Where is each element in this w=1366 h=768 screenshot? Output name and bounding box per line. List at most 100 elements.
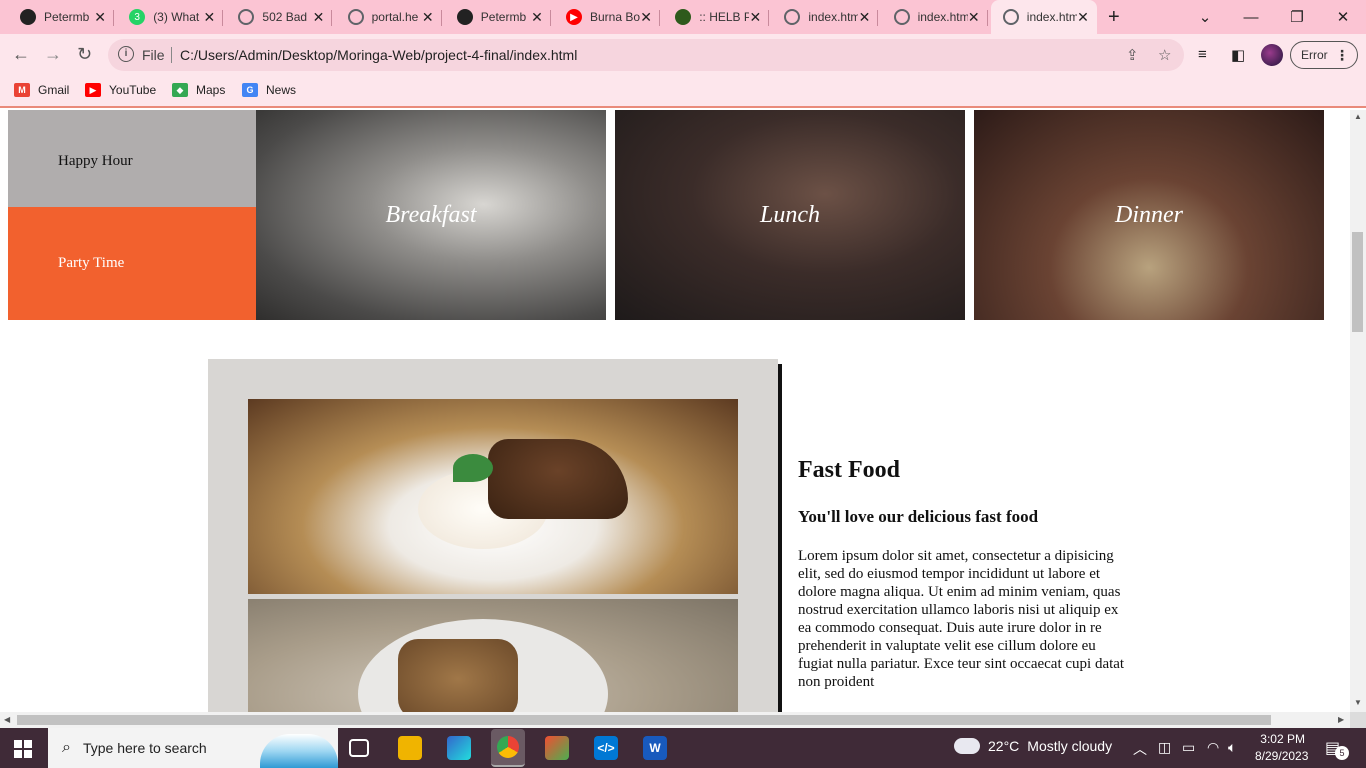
bookmark-maps[interactable]: ◆ Maps [172, 83, 225, 97]
tab-4[interactable]: Petermb ✕ [445, 0, 551, 34]
chrome-app-icon[interactable] [491, 729, 525, 767]
bookmarks-bar: M Gmail ▶ YouTube ◆ Maps G News [0, 76, 1366, 108]
weather-temp: 22°C [988, 738, 1020, 754]
tray-chevron-icon[interactable]: ︿ [1133, 739, 1147, 759]
dinner-label: Dinner [1115, 201, 1183, 228]
vertical-scrollbar[interactable]: ▲ ▼ [1350, 110, 1366, 712]
tab-3[interactable]: portal.he ✕ [336, 0, 442, 34]
close-icon[interactable]: ✕ [531, 9, 543, 26]
scroll-up-icon[interactable]: ▲ [1354, 112, 1362, 121]
url-text[interactable]: C:/Users/Admin/Desktop/Moringa-Web/proje… [180, 47, 577, 63]
meet-now-icon[interactable]: ◫ [1158, 739, 1171, 756]
git-icon[interactable] [545, 736, 569, 760]
section-divider [778, 364, 782, 712]
breakfast-card[interactable]: Breakfast [256, 110, 606, 320]
menu-happy-hour[interactable]: Happy Hour [8, 110, 256, 207]
reload-icon[interactable]: ↻ [77, 44, 92, 65]
volume-icon[interactable]: 🔈︎ [1228, 739, 1236, 756]
weather-condition: Mostly cloudy [1027, 738, 1113, 754]
task-view-icon[interactable] [349, 739, 369, 757]
scroll-left-icon[interactable]: ◀ [4, 715, 10, 724]
taskbar-search[interactable]: ⌕ Type here to search [48, 728, 338, 768]
close-icon[interactable]: ✕ [203, 9, 215, 26]
menu-dots-icon[interactable]: ⋮ [1335, 47, 1349, 64]
close-icon[interactable]: ✕ [422, 9, 434, 26]
close-icon[interactable]: ✕ [1077, 9, 1089, 26]
bookmark-label: Maps [196, 83, 226, 97]
tab-2[interactable]: 502 Bad ✕ [226, 0, 333, 34]
news-icon: G [242, 83, 258, 97]
bookmark-youtube[interactable]: ▶ YouTube [85, 83, 156, 97]
clock[interactable]: 3:02 PM 8/29/2023 [1255, 731, 1308, 765]
tab-5[interactable]: ▶ Burna Bo ✕ [554, 0, 660, 34]
close-icon[interactable]: ✕ [94, 9, 106, 26]
notification-icon[interactable]: ▤ 5 [1325, 738, 1349, 760]
tab-separator [986, 10, 988, 26]
close-icon[interactable]: ✕ [859, 9, 871, 26]
word-icon[interactable]: W [643, 736, 667, 760]
tab-separator [440, 10, 442, 26]
tab-6[interactable]: :: HELB P ✕ [663, 0, 770, 34]
vertical-scroll-thumb[interactable] [1352, 232, 1363, 332]
tab-title: Petermb [44, 10, 90, 24]
tab-title: index.htm [808, 10, 859, 24]
media-control-icon[interactable]: ≡ [1198, 46, 1207, 63]
close-window-button[interactable]: ✕ [1320, 0, 1366, 34]
profile-error-button[interactable]: Error ⋮ [1290, 41, 1358, 69]
globe-icon [347, 9, 364, 25]
close-icon[interactable]: ✕ [313, 9, 325, 26]
weather-widget[interactable]: 22°C Mostly cloudy [950, 734, 1113, 754]
new-tab-button[interactable]: + [1108, 6, 1120, 29]
tab-search-icon[interactable]: ⌄ [1182, 0, 1228, 34]
page-viewport: Happy Hour Party Time Breakfast Lunch Di… [0, 110, 1350, 712]
tab-separator [549, 10, 551, 26]
youtube-icon: ▶ [566, 9, 582, 25]
menu-party-time[interactable]: Party Time [8, 207, 256, 320]
tab-0[interactable]: Petermb ✕ [8, 0, 114, 34]
horizontal-scroll-thumb[interactable] [17, 715, 1271, 725]
close-icon[interactable]: ✕ [968, 9, 980, 26]
restore-button[interactable]: ❐ [1274, 0, 1320, 34]
search-icon: ⌕ [62, 739, 71, 756]
bookmark-news[interactable]: G News [242, 83, 296, 97]
tab-title: (3) What [153, 10, 200, 24]
vscode-icon[interactable]: </> [594, 736, 618, 760]
edge-icon[interactable] [447, 736, 471, 760]
youtube-icon: ▶ [85, 83, 101, 97]
close-icon[interactable]: ✕ [640, 9, 652, 26]
globe-icon [784, 9, 801, 25]
scroll-down-icon[interactable]: ▼ [1354, 698, 1362, 707]
file-explorer-icon[interactable] [398, 736, 422, 760]
tab-8[interactable]: index.htm ✕ [882, 0, 988, 34]
tab-7[interactable]: index.htm ✕ [772, 0, 879, 34]
tab-9[interactable]: index.htm ✕ [990, 0, 1097, 34]
share-icon[interactable]: ⇪ [1126, 46, 1139, 64]
cake-photo [248, 399, 738, 594]
notification-count: 5 [1335, 746, 1349, 760]
menu-party-time-label: Party Time [58, 255, 125, 271]
windows-start-icon[interactable] [14, 740, 32, 758]
scroll-corner [1350, 712, 1366, 728]
lunch-card[interactable]: Lunch [615, 110, 965, 320]
horizontal-scrollbar[interactable]: ◀ ▶ [0, 712, 1350, 728]
bookmark-gmail[interactable]: M Gmail [14, 83, 69, 97]
close-icon[interactable]: ✕ [749, 9, 761, 26]
minimize-button[interactable]: — [1228, 0, 1274, 34]
fast-food-title: Fast Food [798, 457, 900, 483]
tab-separator [768, 10, 770, 26]
clock-time: 3:02 PM [1260, 732, 1305, 746]
bookmark-star-icon[interactable]: ☆ [1158, 46, 1171, 64]
battery-icon[interactable]: ▭ [1182, 739, 1195, 756]
back-icon[interactable]: ← [12, 44, 30, 65]
address-bar[interactable]: i File C:/Users/Admin/Desktop/Moringa-We… [108, 39, 1184, 71]
tab-1[interactable]: 3 (3) What ✕ [117, 0, 224, 34]
site-info-icon[interactable]: i [118, 46, 134, 62]
forward-icon[interactable]: → [44, 44, 62, 65]
maps-icon: ◆ [172, 83, 188, 97]
wifi-icon[interactable]: ◠ [1207, 739, 1219, 756]
dinner-card[interactable]: Dinner [974, 110, 1324, 320]
side-panel-icon[interactable]: ◧ [1231, 46, 1245, 64]
fast-food-body: Lorem ipsum dolor sit amet, consectetur … [798, 548, 1125, 690]
avatar[interactable] [1261, 44, 1283, 66]
scroll-right-icon[interactable]: ▶ [1338, 715, 1344, 724]
